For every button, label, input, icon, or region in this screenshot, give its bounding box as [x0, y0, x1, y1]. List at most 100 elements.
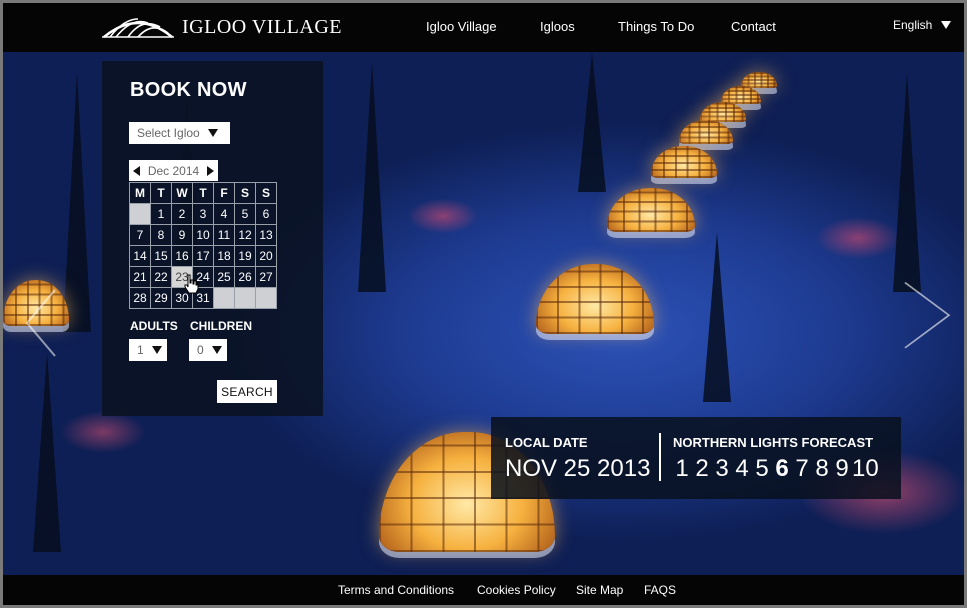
calendar-day[interactable]: 6 — [255, 203, 277, 225]
calendar-day[interactable]: 15 — [150, 245, 172, 267]
calendar-week-row: 123456 — [129, 203, 277, 225]
calendar-day[interactable]: 16 — [171, 245, 193, 267]
prev-slide-arrow[interactable] — [25, 288, 57, 358]
tree-shape — [358, 62, 386, 292]
weekday-header: M — [129, 182, 151, 204]
language-selector[interactable]: English — [893, 18, 952, 32]
weekday-header: S — [234, 182, 256, 204]
calendar-day[interactable]: 8 — [150, 224, 172, 246]
calendar-week-row: 21 22 23 24 25 26 27 — [129, 266, 277, 288]
forecast-level: 5 — [755, 455, 769, 482]
footer-faqs-link[interactable]: FAQS — [644, 583, 676, 597]
igloo-select-value: Select Igloo — [137, 126, 200, 140]
calendar-day[interactable]: 17 — [192, 245, 214, 267]
nav-things-to-do[interactable]: Things To Do — [618, 19, 694, 34]
forecast-level: 7 — [795, 455, 809, 482]
tree-shape — [578, 52, 606, 192]
adults-select[interactable]: 1 — [129, 339, 167, 361]
adults-label: ADULTS — [130, 319, 178, 333]
weekday-header: T — [192, 182, 214, 204]
month-label: Dec 2014 — [147, 163, 200, 178]
forecast-level: 1 — [675, 455, 689, 482]
footer-sitemap-link[interactable]: Site Map — [576, 583, 623, 597]
calendar-day[interactable]: 22 — [150, 266, 172, 288]
weekday-header: T — [150, 182, 172, 204]
caret-down-icon — [207, 129, 218, 137]
calendar-day[interactable]: 7 — [129, 224, 151, 246]
prev-month-icon[interactable] — [133, 165, 140, 176]
chevron-left-icon — [25, 289, 56, 357]
calendar-grid: M T W T F S S 1 2 3 4 5 6 7 8 9 10 11 12 13 14 15 16 17 1… — [129, 182, 277, 309]
igloo-dome-logo — [102, 18, 174, 38]
tree-shape — [33, 352, 61, 552]
chevron-right-icon — [904, 281, 951, 349]
calendar-day[interactable]: 28 — [129, 287, 151, 309]
footer-bar: Terms and Conditions Cookies Policy Site… — [3, 575, 964, 605]
children-select[interactable]: 0 — [189, 339, 227, 361]
calendar-day[interactable]: 12 — [234, 224, 256, 246]
tree-shape — [893, 72, 921, 292]
nav-igloo-village[interactable]: Igloo Village — [426, 19, 497, 34]
calendar-day[interactable]: 13 — [255, 224, 277, 246]
app-frame: IGLOO VILLAGE Igloo Village Igloos Thing… — [3, 3, 964, 605]
forecast-label: NORTHERN LIGHTS FORECAST — [673, 435, 874, 450]
calendar-day[interactable]: 20 — [255, 245, 277, 267]
children-label: CHILDREN — [190, 319, 252, 333]
footer-terms-link[interactable]: Terms and Conditions — [338, 583, 454, 597]
calendar-day[interactable]: 4 — [213, 203, 235, 225]
calendar-day[interactable]: 10 — [192, 224, 214, 246]
calendar-day[interactable]: 21 — [129, 266, 151, 288]
calendar-day[interactable]: 11 — [213, 224, 235, 246]
search-button[interactable]: SEARCH — [217, 380, 277, 403]
calendar-week-row: 14 15 16 17 18 19 20 — [129, 245, 277, 267]
forecast-scale: 1 2 3 4 5 6 7 8 9 10 — [672, 455, 879, 483]
footer-cookies-link[interactable]: Cookies Policy — [477, 583, 556, 597]
igloo-image — [679, 120, 733, 144]
forecast-level: 10 — [852, 455, 879, 482]
calendar-week-row: 7 8 9 10 11 12 13 — [129, 224, 277, 246]
forecast-level: 6 — [775, 455, 789, 482]
info-divider — [659, 433, 661, 481]
next-month-icon[interactable] — [207, 165, 214, 176]
nav-igloos[interactable]: Igloos — [540, 19, 575, 34]
calendar-day[interactable]: 27 — [255, 266, 277, 288]
calendar-day[interactable]: 19 — [234, 245, 256, 267]
calendar-day[interactable]: 18 — [213, 245, 235, 267]
calendar-days: 1 2 3 4 5 6 7 8 9 10 11 12 13 14 15 16 17 18 19 20 21 22 23 24 2… — [129, 203, 277, 309]
weekday-header: W — [171, 182, 193, 204]
top-navigation-bar: IGLOO VILLAGE Igloo Village Igloos Thing… — [3, 3, 964, 52]
igloo-select[interactable]: Select Igloo — [129, 122, 230, 144]
calendar-empty-cell — [129, 203, 151, 225]
calendar-day[interactable]: 14 — [129, 245, 151, 267]
booking-title: BOOK NOW — [130, 79, 247, 101]
next-slide-arrow[interactable] — [903, 281, 951, 351]
calendar-day[interactable]: 2 — [171, 203, 193, 225]
local-date-value: NOV 25 2013 — [505, 455, 651, 482]
igloo-image — [607, 188, 695, 232]
calendar-day[interactable]: 3 — [192, 203, 214, 225]
forecast-level: 4 — [735, 455, 749, 482]
local-date-label: LOCAL DATE — [505, 435, 588, 450]
booking-panel: BOOK NOW Select Igloo Dec 2014 M T W T F… — [102, 61, 323, 416]
caret-down-icon — [941, 21, 952, 29]
igloo-image — [651, 146, 717, 178]
calendar-day[interactable]: 9 — [171, 224, 193, 246]
children-value: 0 — [197, 343, 204, 357]
forecast-level: 3 — [715, 455, 729, 482]
tree-shape — [63, 72, 91, 332]
calendar-day[interactable]: 1 — [150, 203, 172, 225]
calendar-empty-cell — [234, 287, 256, 309]
calendar-day[interactable]: 25 — [213, 266, 235, 288]
calendar-week-row: 28 29 30 31 — [129, 287, 277, 309]
forecast-level: 8 — [815, 455, 829, 482]
calendar-day[interactable]: 5 — [234, 203, 256, 225]
calendar-day[interactable]: 26 — [234, 266, 256, 288]
info-bar: LOCAL DATE NOV 25 2013 NORTHERN LIGHTS F… — [491, 417, 901, 499]
nav-contact[interactable]: Contact — [731, 19, 776, 34]
forecast-level: 9 — [835, 455, 849, 482]
site-logo[interactable]: IGLOO VILLAGE — [102, 12, 342, 42]
calendar-day[interactable]: 29 — [150, 287, 172, 309]
hand-pointer-icon — [184, 274, 199, 294]
weekday-row: M T W T F S S — [129, 182, 277, 204]
adults-value: 1 — [137, 343, 144, 357]
